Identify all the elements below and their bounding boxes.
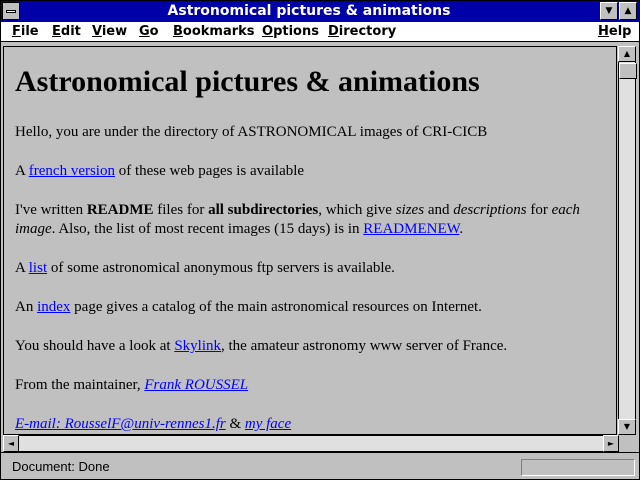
scroll-up-button[interactable]: ▲ <box>618 46 636 62</box>
contact-paragraph: E-mail: RousselF@univ-rennes1.fr & my fa… <box>15 415 595 434</box>
menu-bookmarks[interactable]: Bookmarks <box>173 22 255 41</box>
system-menu-icon <box>6 10 16 13</box>
system-menu-button[interactable] <box>2 2 20 20</box>
sizes-italic: sizes <box>395 202 425 218</box>
title-bar[interactable]: Astronomical pictures & animations ▼ ▲ <box>0 0 640 22</box>
text: of some astronomical anonymous ftp serve… <box>47 260 395 276</box>
menu-file[interactable]: File <box>12 22 39 41</box>
intro-paragraph: Hello, you are under the directory of AS… <box>15 124 488 140</box>
text: of these web pages is available <box>114 163 305 179</box>
vertical-scroll-track[interactable] <box>618 62 637 419</box>
menu-options[interactable]: Options <box>262 22 319 41</box>
readme-paragraph: I've written README files for all subdir… <box>15 201 595 239</box>
email-link[interactable]: E-mail: RousselF@univ-rennes1.fr <box>15 416 226 432</box>
text: A <box>15 163 29 179</box>
text: & <box>225 416 245 432</box>
arrow-down-icon: ▼ <box>623 422 631 431</box>
vertical-scroll-thumb[interactable] <box>619 63 637 79</box>
ftp-list-paragraph: A list of some astronomical anonymous ft… <box>15 259 595 278</box>
text: A <box>15 260 29 276</box>
french-version-paragraph: A french version of these web pages is a… <box>15 162 595 181</box>
readmenew-link[interactable]: READMENEW <box>363 221 459 237</box>
vertical-scrollbar[interactable]: ▲ ▼ <box>618 46 637 435</box>
menu-view[interactable]: View <box>92 22 127 41</box>
text: , which give <box>318 202 396 218</box>
text: I've written <box>15 202 87 218</box>
arrow-up-icon: ▲ <box>623 49 631 58</box>
text: . Also, the list of most recent images (… <box>51 221 364 237</box>
text: From the maintainer, <box>15 377 145 393</box>
my-face-link[interactable]: my face <box>245 416 291 432</box>
window-title: Astronomical pictures & animations <box>167 3 451 19</box>
scroll-left-button[interactable]: ◄ <box>3 435 19 452</box>
maximize-button[interactable]: ▲ <box>619 2 637 20</box>
text: for <box>526 202 552 218</box>
maximize-icon: ▲ <box>624 6 632 16</box>
document-view: Astronomical pictures & animations Hello… <box>3 46 617 435</box>
ftp-list-link[interactable]: list <box>29 260 47 276</box>
menu-help[interactable]: Help <box>598 22 631 41</box>
text: and <box>424 202 454 218</box>
skylink-paragraph: You should have a look at Skylink, the a… <box>15 337 595 356</box>
horizontal-scrollbar[interactable]: ◄ ► <box>3 435 621 452</box>
status-bar: Document: Done <box>0 452 640 480</box>
scroll-right-button[interactable]: ► <box>603 435 619 452</box>
text: page gives a catalog of the main astrono… <box>70 299 482 315</box>
descriptions-italic: descriptions <box>453 202 527 218</box>
scroll-down-button[interactable]: ▼ <box>618 419 636 435</box>
status-text: Document: Done <box>12 459 110 474</box>
text: You should have a look at <box>15 338 175 354</box>
index-paragraph: An index page gives a catalog of the mai… <box>15 298 595 317</box>
scrollbar-corner <box>621 435 637 452</box>
text: files for <box>153 202 209 218</box>
maintainer-link[interactable]: Frank ROUSSEL <box>144 377 248 393</box>
page-heading: Astronomical pictures & animations <box>15 65 480 98</box>
arrow-right-icon: ► <box>607 439 615 448</box>
subdirectories-bold: all subdirectories <box>208 202 319 218</box>
menu-directory[interactable]: Directory <box>328 22 396 41</box>
arrow-left-icon: ◄ <box>7 439 15 448</box>
menu-go[interactable]: Go <box>139 22 159 41</box>
minimize-button[interactable]: ▼ <box>600 2 618 20</box>
text: An <box>15 299 38 315</box>
minimize-icon: ▼ <box>605 6 613 16</box>
skylink-link[interactable]: Skylink <box>174 338 221 354</box>
readme-bold: README <box>86 202 154 218</box>
menu-edit[interactable]: Edit <box>52 22 81 41</box>
horizontal-scroll-track[interactable] <box>19 435 603 452</box>
maintainer-paragraph: From the maintainer, Frank ROUSSEL <box>15 376 595 395</box>
text: . <box>459 221 464 237</box>
french-version-link[interactable]: french version <box>29 163 115 179</box>
index-link[interactable]: index <box>37 299 70 315</box>
progress-indicator <box>521 459 635 476</box>
menu-bar: File Edit View Go Bookmarks Options Dire… <box>0 22 640 42</box>
text: , the amateur astronomy www server of Fr… <box>221 338 508 354</box>
